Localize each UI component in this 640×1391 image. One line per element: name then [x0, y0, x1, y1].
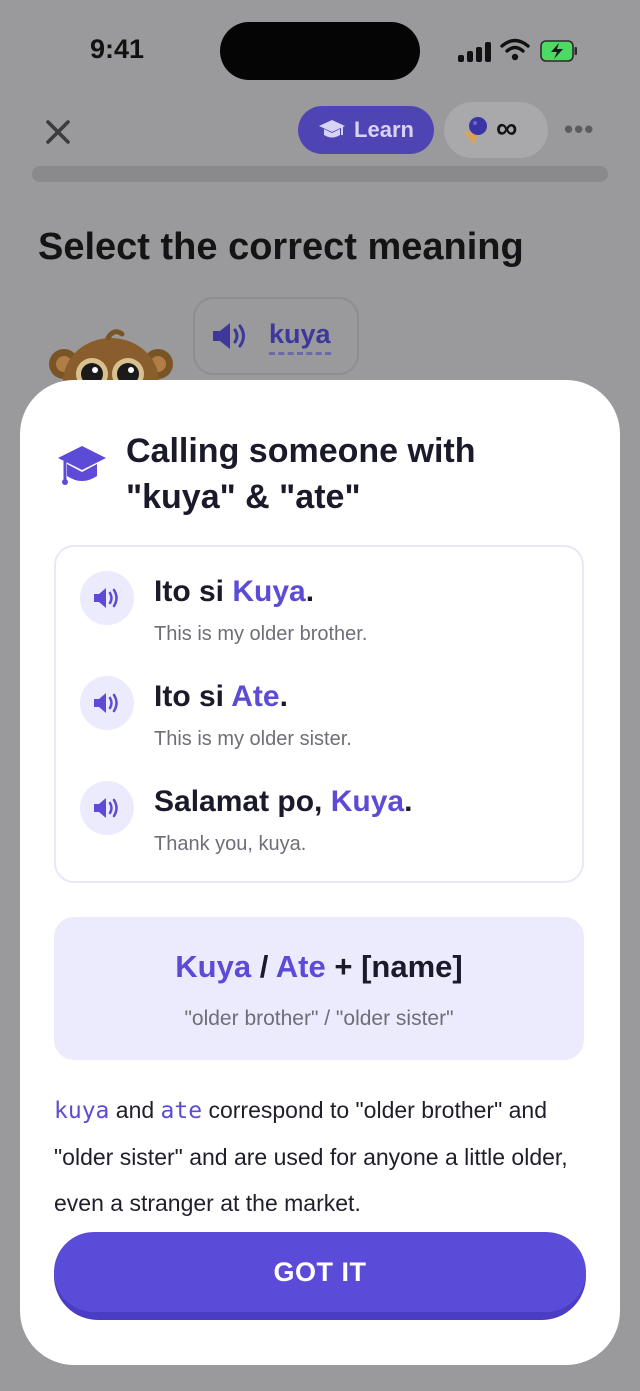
example-row: Ito si Ate. This is my older sister.: [56, 652, 582, 752]
example-row: Salamat po, Kuya. Thank you, kuya.: [56, 757, 582, 857]
learn-button[interactable]: Learn: [298, 106, 434, 154]
status-time: 9:41: [90, 34, 145, 64]
graduation-cap-icon: [319, 120, 346, 138]
energy-count: ∞: [496, 112, 518, 145]
example-sentence: Ito si Kuya.: [154, 575, 315, 608]
lesson-progress-bar: [32, 166, 608, 182]
play-example-button[interactable]: [80, 676, 134, 730]
close-icon[interactable]: [40, 114, 76, 150]
speaker-icon: [94, 588, 118, 608]
more-options-button[interactable]: •••: [564, 114, 604, 144]
speaker-icon: [94, 798, 118, 818]
play-example-button[interactable]: [80, 571, 134, 625]
got-it-button[interactable]: GOT IT: [54, 1232, 586, 1320]
grammar-tip-sheet: Calling someone with "kuya" & "ate" Ito …: [20, 380, 620, 1365]
got-it-label: GOT IT: [54, 1232, 586, 1312]
energy-indicator[interactable]: ∞: [444, 102, 548, 158]
cellular-signal-icon: [458, 42, 492, 62]
pattern-formula: Kuya / Ate + [name] "older brother" / "o…: [54, 917, 584, 1060]
lesson-top-bar: Learn ∞ •••: [0, 100, 640, 160]
learn-button-label: Learn: [354, 117, 414, 142]
audio-word-bubble[interactable]: kuya: [193, 297, 359, 375]
dynamic-island: [220, 22, 420, 80]
formula-pattern: Kuya / Ate + [name]: [175, 949, 463, 984]
graduation-cap-icon: [58, 446, 106, 485]
wifi-icon: [500, 38, 530, 61]
tip-explanation: kuya and ate correspond to "older brothe…: [54, 1097, 568, 1216]
example-row: Ito si Kuya. This is my older brother.: [56, 547, 582, 647]
formula-gloss: "older brother" / "older sister": [184, 1007, 454, 1030]
speaker-icon: [213, 323, 245, 349]
audio-word: kuya: [269, 321, 331, 355]
example-sentence: Ito si Ate.: [154, 680, 288, 713]
example-translation: Thank you, kuya.: [154, 833, 307, 855]
ice-cream-icon: [464, 117, 487, 145]
status-bar: 9:41: [0, 0, 640, 100]
example-translation: This is my older sister.: [154, 728, 352, 750]
example-sentence: Salamat po, Kuya.: [154, 785, 413, 818]
tip-title: Calling someone with "kuya" & "ate": [126, 432, 476, 516]
play-example-button[interactable]: [80, 781, 134, 835]
example-translation: This is my older brother.: [154, 623, 368, 645]
example-sentences: Ito si Kuya. This is my older brother. I…: [54, 545, 584, 883]
exercise-prompt: Select the correct meaning: [38, 226, 524, 268]
battery-icon: [540, 40, 577, 62]
speaker-icon: [94, 693, 118, 713]
